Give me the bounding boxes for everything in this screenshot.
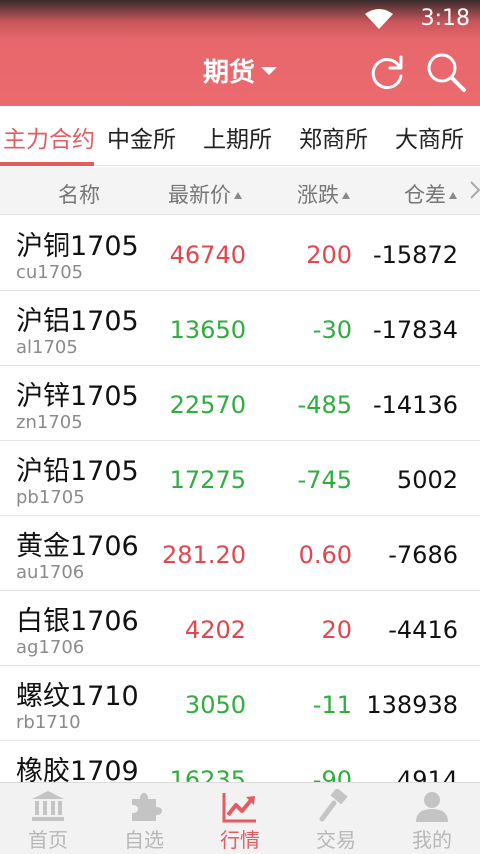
price-change: -11 bbox=[312, 691, 352, 719]
quote-row[interactable]: 沪铅1705 pb1705 17275 -745 5002 bbox=[0, 441, 480, 516]
puzzle-icon bbox=[132, 793, 162, 821]
quote-list: 沪铜1705 cu1705 46740 200 -15872 沪铝1705 al… bbox=[0, 216, 480, 782]
column-header: 名称 最新价 涨跌 仓差 bbox=[0, 167, 480, 215]
price-change: -485 bbox=[297, 391, 352, 419]
quote-row[interactable]: 白银1706 ag1706 4202 20 -4416 bbox=[0, 591, 480, 666]
sort-icon bbox=[342, 192, 350, 199]
column-name: 名称 bbox=[58, 183, 100, 207]
sort-icon bbox=[449, 192, 457, 199]
exchange-tabs: 主力合约 中金所 上期所 郑商所 大商所 bbox=[0, 106, 480, 166]
nav-trade[interactable]: 交易 bbox=[288, 783, 384, 854]
quote-row[interactable]: 沪锌1705 zn1705 22570 -485 -14136 bbox=[0, 366, 480, 441]
bank-icon bbox=[32, 791, 64, 821]
tab-shfe[interactable]: 上期所 bbox=[203, 120, 272, 154]
nav-home-label: 首页 bbox=[28, 828, 68, 852]
tab-main-contracts[interactable]: 主力合约 bbox=[3, 120, 95, 154]
last-price: 13650 bbox=[169, 316, 246, 344]
nav-watchlist[interactable]: 自选 bbox=[96, 783, 192, 854]
nav-home[interactable]: 首页 bbox=[0, 783, 96, 854]
trend-chart-icon bbox=[222, 793, 256, 823]
last-price: 46740 bbox=[169, 241, 246, 269]
last-price: 17275 bbox=[169, 466, 246, 494]
contract-name: 沪铜1705 bbox=[16, 231, 139, 262]
column-price[interactable]: 最新价 bbox=[168, 179, 242, 209]
chevron-right-icon[interactable] bbox=[468, 179, 480, 201]
top-bar: 3:18 期货 bbox=[0, 0, 480, 106]
status-time: 3:18 bbox=[420, 6, 470, 31]
last-price: 4202 bbox=[184, 616, 246, 644]
page-title: 期货 bbox=[202, 58, 255, 88]
price-change: -745 bbox=[297, 466, 352, 494]
contract-code: pb1705 bbox=[16, 487, 85, 508]
last-price: 3050 bbox=[184, 691, 246, 719]
open-interest-change: -4416 bbox=[388, 616, 458, 644]
contract-name: 黄金1706 bbox=[16, 531, 139, 562]
quote-row[interactable]: 橡胶1709 ru1709 16235 -90 4914 bbox=[0, 741, 480, 782]
open-interest-change: -17834 bbox=[372, 316, 458, 344]
contract-name: 沪铅1705 bbox=[16, 456, 139, 487]
contract-code: rb1710 bbox=[16, 712, 81, 733]
wifi-icon bbox=[365, 9, 393, 29]
price-change: 20 bbox=[321, 616, 352, 644]
contract-name: 白银1706 bbox=[16, 606, 139, 637]
app-header: 期货 bbox=[0, 38, 480, 106]
open-interest-change: 4914 bbox=[396, 766, 458, 782]
column-change-label: 涨跌 bbox=[297, 183, 339, 207]
refresh-icon[interactable] bbox=[368, 52, 406, 92]
open-interest-change: -7686 bbox=[388, 541, 458, 569]
quote-row[interactable]: 沪铝1705 al1705 13650 -30 -17834 bbox=[0, 291, 480, 366]
last-price: 22570 bbox=[169, 391, 246, 419]
last-price: 281.20 bbox=[162, 541, 246, 569]
last-price: 16235 bbox=[169, 766, 246, 782]
column-price-label: 最新价 bbox=[168, 183, 231, 207]
contract-code: al1705 bbox=[16, 337, 78, 358]
search-icon[interactable] bbox=[424, 50, 468, 94]
user-icon bbox=[416, 792, 448, 822]
contract-name: 沪锌1705 bbox=[16, 381, 139, 412]
bottom-nav: 首页 自选 行情 交易 我的 bbox=[0, 782, 480, 854]
contract-name: 橡胶1709 bbox=[16, 756, 139, 782]
contract-code: cu1705 bbox=[16, 262, 84, 283]
nav-watchlist-label: 自选 bbox=[124, 828, 164, 852]
sort-icon bbox=[234, 192, 242, 199]
contract-code: zn1705 bbox=[16, 412, 83, 433]
active-tab-indicator bbox=[0, 162, 94, 166]
tab-dce[interactable]: 大商所 bbox=[395, 120, 464, 154]
price-change: 200 bbox=[306, 241, 352, 269]
title-dropdown[interactable]: 期货 bbox=[0, 52, 480, 89]
tab-cffex[interactable]: 中金所 bbox=[107, 120, 176, 154]
price-change: -90 bbox=[312, 766, 352, 782]
contract-name: 沪铝1705 bbox=[16, 306, 139, 337]
open-interest-change: -15872 bbox=[372, 241, 458, 269]
open-interest-change: 138938 bbox=[366, 691, 458, 719]
column-open-interest[interactable]: 仓差 bbox=[404, 179, 457, 209]
quote-row[interactable]: 黄金1706 au1706 281.20 0.60 -7686 bbox=[0, 516, 480, 591]
nav-profile[interactable]: 我的 bbox=[384, 783, 480, 854]
contract-code: ag1706 bbox=[16, 637, 85, 658]
nav-trade-label: 交易 bbox=[316, 828, 356, 852]
tab-czce[interactable]: 郑商所 bbox=[299, 120, 368, 154]
contract-name: 螺纹1710 bbox=[16, 681, 139, 712]
nav-market-label: 行情 bbox=[220, 828, 260, 852]
nav-market[interactable]: 行情 bbox=[192, 783, 288, 854]
price-change: 0.60 bbox=[298, 541, 352, 569]
nav-profile-label: 我的 bbox=[412, 828, 452, 852]
column-change[interactable]: 涨跌 bbox=[297, 179, 350, 209]
quote-row[interactable]: 沪铜1705 cu1705 46740 200 -15872 bbox=[0, 216, 480, 291]
open-interest-change: -14136 bbox=[372, 391, 458, 419]
caret-down-icon bbox=[261, 66, 277, 75]
contract-code: au1706 bbox=[16, 562, 85, 583]
price-change: -30 bbox=[312, 316, 352, 344]
quote-row[interactable]: 螺纹1710 rb1710 3050 -11 138938 bbox=[0, 666, 480, 741]
gavel-icon bbox=[319, 789, 348, 822]
open-interest-change: 5002 bbox=[396, 466, 458, 494]
column-oi-label: 仓差 bbox=[404, 183, 446, 207]
status-bar: 3:18 bbox=[0, 0, 480, 38]
